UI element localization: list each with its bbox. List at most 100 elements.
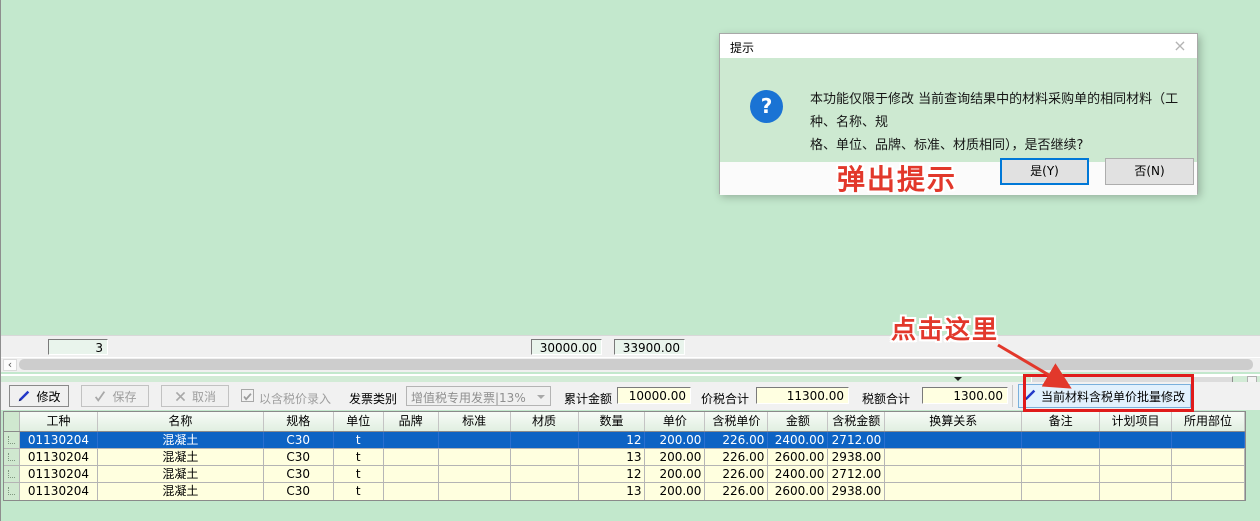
column-header[interactable]: 单价 [645, 412, 705, 431]
table-cell[interactable] [1100, 466, 1172, 482]
column-header[interactable]: 所用部位 [1172, 412, 1245, 431]
table-cell[interactable] [1172, 449, 1245, 465]
table-cell[interactable] [1100, 449, 1172, 465]
table-cell[interactable] [1022, 466, 1100, 482]
column-header[interactable]: 标准 [439, 412, 511, 431]
table-cell[interactable] [439, 449, 511, 465]
table-cell[interactable] [384, 483, 439, 500]
row-indicator[interactable] [4, 483, 20, 500]
close-icon[interactable]: × [1171, 37, 1189, 55]
table-cell[interactable] [439, 432, 511, 448]
table-cell[interactable]: 01130204 [20, 483, 98, 500]
no-button[interactable]: 否(N) [1105, 158, 1194, 185]
column-header[interactable]: 材质 [511, 412, 579, 431]
table-cell[interactable]: 2400.00 [768, 466, 828, 482]
table-row[interactable]: 01130204混凝土C30t13200.00226.002600.002938… [4, 449, 1245, 466]
column-header[interactable]: 备注 [1022, 412, 1100, 431]
table-cell[interactable] [511, 432, 579, 448]
table-cell[interactable]: 2712.00 [828, 432, 885, 448]
column-header[interactable]: 金额 [768, 412, 828, 431]
table-cell[interactable] [885, 483, 1022, 500]
table-cell[interactable] [885, 432, 1022, 448]
table-cell[interactable]: t [334, 483, 384, 500]
table-cell[interactable] [384, 432, 439, 448]
table-cell[interactable]: 01130204 [20, 466, 98, 482]
table-row[interactable]: 01130204混凝土C30t 13200.00226.002600.002938… [4, 483, 1245, 500]
save-button[interactable]: 保存 [81, 385, 149, 407]
table-cell[interactable]: 226.00 [705, 466, 768, 482]
table-cell[interactable]: 13 [579, 449, 646, 465]
cancel-button[interactable]: 取消 [161, 385, 229, 407]
column-header[interactable]: 换算关系 [885, 412, 1022, 431]
table-cell[interactable]: 200.00 [645, 466, 705, 482]
yes-button[interactable]: 是(Y) [1000, 158, 1089, 185]
table-cell[interactable]: 01130204 [20, 449, 98, 465]
table-cell[interactable]: 2712.00 [828, 466, 885, 482]
table-cell[interactable]: 2938.00 [828, 449, 885, 465]
table-cell[interactable]: 混凝土 [98, 483, 264, 500]
table-cell[interactable]: C30 [264, 449, 334, 465]
table-cell[interactable]: 2400.00 [768, 432, 828, 448]
modify-button[interactable]: 修改 [9, 385, 69, 407]
table-cell[interactable] [1100, 432, 1172, 448]
table-cell[interactable]: C30 [264, 432, 334, 448]
cumulative-amount-field[interactable]: 10000.00 [617, 387, 691, 404]
table-cell[interactable] [1100, 483, 1172, 500]
column-header[interactable]: 品牌 [384, 412, 439, 431]
tax-total-field[interactable]: 1300.00 [922, 387, 1008, 404]
table-cell[interactable] [1022, 449, 1100, 465]
batch-modify-tax-price-button[interactable]: 当前材料含税单价批量修改 [1018, 384, 1191, 408]
table-cell[interactable] [1022, 432, 1100, 448]
table-cell[interactable] [1172, 432, 1245, 448]
table-cell[interactable]: t [334, 466, 384, 482]
invoice-type-select[interactable]: 增值税专用发票|13% [406, 386, 551, 406]
table-cell[interactable]: 200.00 [645, 449, 705, 465]
table-cell[interactable]: t [334, 449, 384, 465]
scroll-left-arrow-icon[interactable]: ‹ [3, 359, 17, 371]
pane-splitter[interactable] [1, 374, 1260, 382]
table-cell[interactable]: 01130204 [20, 432, 98, 448]
table-cell[interactable]: 226.00 [705, 483, 768, 500]
dialog-titlebar[interactable]: 提示 × [720, 34, 1197, 58]
table-cell[interactable]: 13 [579, 483, 646, 500]
table-row[interactable]: 01130204混凝土C30t 12200.00226.002400.002712… [4, 432, 1245, 449]
column-header[interactable]: 工种 [20, 412, 98, 431]
table-cell[interactable] [885, 466, 1022, 482]
row-indicator[interactable] [4, 449, 20, 465]
table-cell[interactable] [1022, 483, 1100, 500]
column-header[interactable]: 数量 [579, 412, 646, 431]
table-cell[interactable]: 混凝土 [98, 466, 264, 482]
table-cell[interactable]: C30 [264, 466, 334, 482]
table-cell[interactable]: t [334, 432, 384, 448]
horizontal-scrollbar[interactable]: ‹ [1, 357, 1260, 372]
table-cell[interactable] [511, 449, 579, 465]
table-cell[interactable] [384, 466, 439, 482]
tax-price-entry-checkbox[interactable] [241, 389, 254, 402]
price-tax-total-field[interactable]: 11300.00 [756, 387, 849, 404]
row-indicator[interactable] [4, 432, 20, 448]
table-cell[interactable]: 200.00 [645, 483, 705, 500]
table-cell[interactable]: 混凝土 [98, 449, 264, 465]
table-cell[interactable] [511, 466, 579, 482]
scrollbar-thumb[interactable] [19, 359, 1253, 370]
chevron-down-icon[interactable] [954, 377, 962, 381]
table-cell[interactable]: 2938.00 [828, 483, 885, 500]
table-cell[interactable]: C30 [264, 483, 334, 500]
table-cell[interactable] [1172, 483, 1245, 500]
table-cell[interactable] [885, 449, 1022, 465]
column-header[interactable]: 单位 [334, 412, 384, 431]
table-cell[interactable] [1172, 466, 1245, 482]
table-cell[interactable]: 2600.00 [768, 483, 828, 500]
table-cell[interactable]: 12 [579, 432, 646, 448]
table-cell[interactable]: 混凝土 [98, 432, 264, 448]
column-header[interactable]: 含税单价 [705, 412, 768, 431]
table-cell[interactable] [384, 449, 439, 465]
table-cell[interactable]: 226.00 [705, 449, 768, 465]
table-cell[interactable]: 200.00 [645, 432, 705, 448]
table-row[interactable]: 01130204混凝土C30t 12200.00226.002400.002712… [4, 466, 1245, 483]
table-cell[interactable] [511, 483, 579, 500]
column-header[interactable]: 名称 [98, 412, 264, 431]
table-cell[interactable]: 226.00 [705, 432, 768, 448]
table-cell[interactable]: 12 [579, 466, 646, 482]
table-cell[interactable] [439, 483, 511, 500]
